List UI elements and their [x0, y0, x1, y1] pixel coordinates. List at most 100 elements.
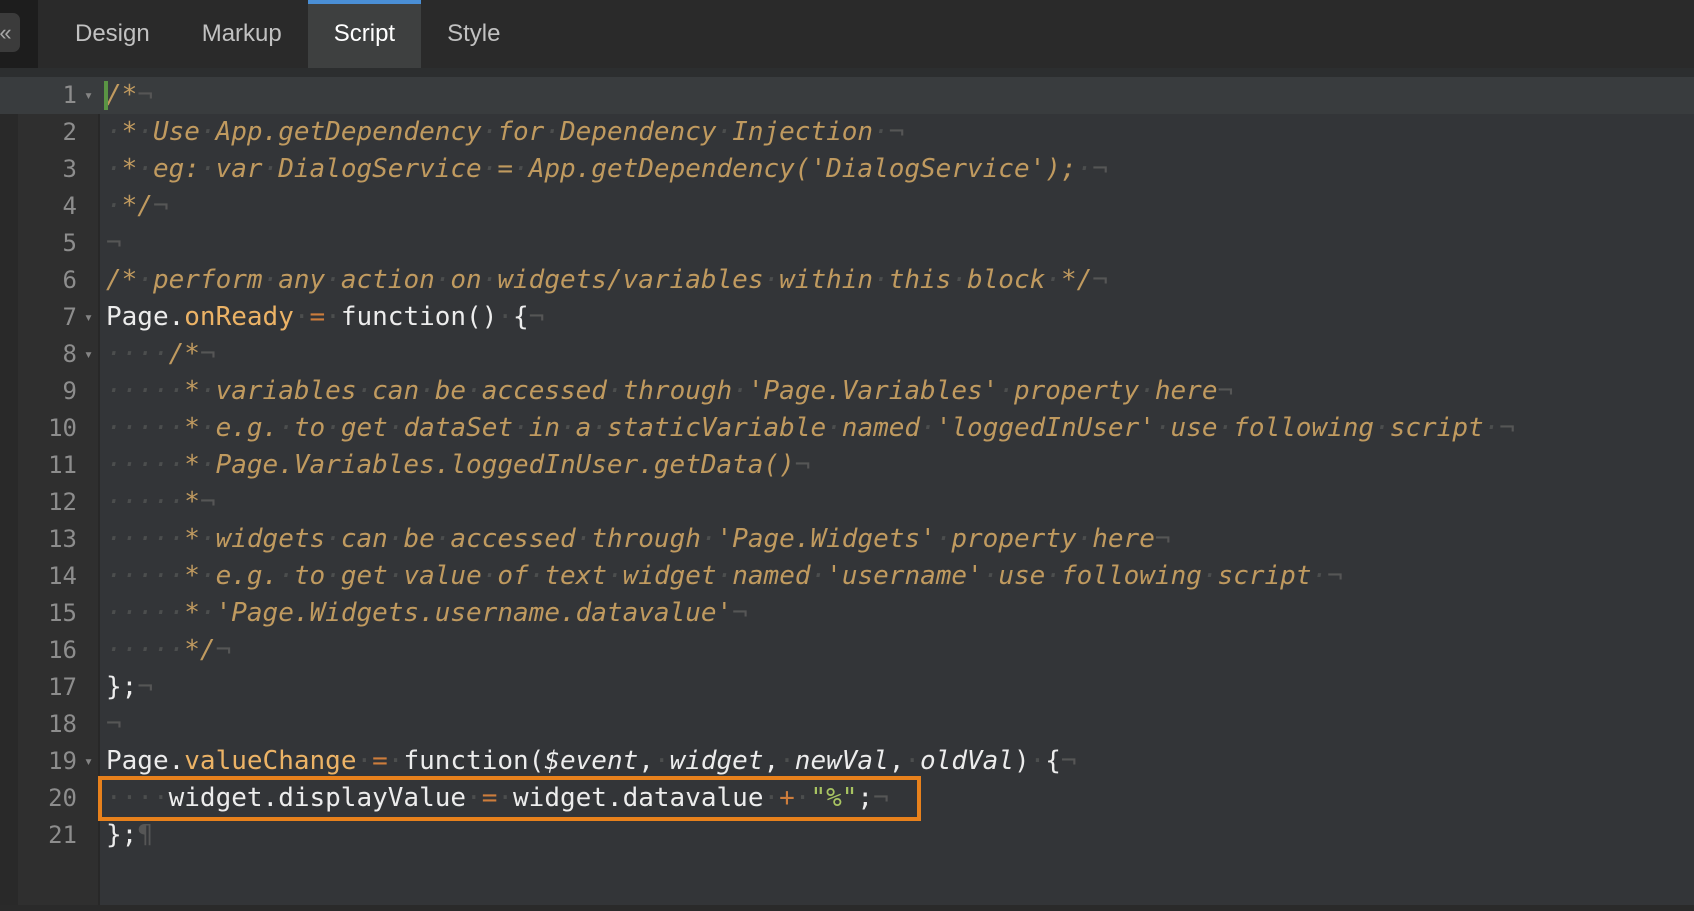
whitespace-dot: · — [106, 339, 122, 369]
code-line[interactable]: 20····widget.displayValue·=·widget.datav… — [0, 780, 1694, 817]
tab-markup[interactable]: Markup — [176, 0, 308, 68]
token-param: newVal — [795, 746, 889, 776]
whitespace-dot: · — [388, 746, 404, 776]
code-line[interactable]: 4·*/¬ — [0, 188, 1694, 225]
whitespace-dot: · — [278, 561, 294, 591]
fold-arrow-icon[interactable]: ▾ — [77, 299, 100, 336]
whitespace-dot: · — [356, 746, 372, 776]
whitespace-dot: · — [106, 450, 122, 480]
fold-gutter — [77, 114, 100, 151]
code-line-text: /*¬ — [100, 77, 1694, 114]
whitespace-dot: · — [137, 376, 153, 406]
fold-gutter — [77, 558, 100, 595]
whitespace-dot: · — [325, 524, 341, 554]
whitespace-dot: · — [200, 376, 216, 406]
code-line-text: ·*/¬ — [100, 188, 1694, 225]
fold-arrow-icon[interactable]: ▾ — [77, 743, 100, 780]
whitespace-dot: · — [325, 561, 341, 591]
whitespace-dot: · — [482, 117, 498, 147]
line-number: 15 — [0, 595, 77, 632]
code-line[interactable]: 18¬ — [0, 706, 1694, 743]
whitespace-dot: · — [137, 783, 153, 813]
whitespace-dot: · — [153, 635, 169, 665]
token-pln: · — [356, 746, 372, 776]
whitespace-dot: · — [482, 154, 498, 184]
code-line[interactable]: 2 ·*·Use·App.getDependency·for·Dependency… — [0, 114, 1694, 151]
whitespace-dot: · — [106, 598, 122, 628]
whitespace-dot: · — [544, 117, 560, 147]
whitespace-dot: · — [106, 783, 122, 813]
code-line[interactable]: 16·····*/¬ — [0, 632, 1694, 669]
whitespace-dot: · — [826, 413, 842, 443]
code-line-text: ·····*·'Page.Widgets.username.datavalue'… — [100, 595, 1694, 632]
line-number: 2 — [0, 114, 77, 151]
collapse-panel-button[interactable]: « — [0, 13, 20, 52]
code-line[interactable]: 11·····*·Page.Variables.loggedInUser.get… — [0, 447, 1694, 484]
whitespace-dot: · — [169, 413, 185, 443]
token-op: = — [482, 783, 498, 813]
code-line[interactable]: 1▾/*¬ — [0, 77, 1694, 114]
code-line[interactable]: 14·····*·e.g.·to·get·value·of·text·widge… — [0, 558, 1694, 595]
token-pln: }; — [106, 672, 137, 702]
whitespace-dot: · — [122, 524, 138, 554]
whitespace-dot: · — [169, 561, 185, 591]
fold-gutter — [77, 151, 100, 188]
code-line[interactable]: 12·····*¬ — [0, 484, 1694, 521]
code-line[interactable]: 13·····*·widgets·can·be·accessed·through… — [0, 521, 1694, 558]
token-inv: ¬ — [200, 339, 216, 369]
code-editor[interactable]: 1▾/*¬2 ·*·Use·App.getDependency·for·Depen… — [0, 77, 1694, 911]
code-line-text: ·····*·widgets·can·be·accessed·through·'… — [100, 521, 1694, 558]
token-param: oldVal — [920, 746, 1014, 776]
whitespace-dot: · — [278, 413, 294, 443]
code-line[interactable]: 6/*·perform·any·action·on·widgets/variab… — [0, 262, 1694, 299]
code-line[interactable]: 8▾····/*¬ — [0, 336, 1694, 373]
fold-arrow-icon[interactable]: ▾ — [77, 77, 100, 114]
token-inv: ¬ — [1499, 413, 1515, 443]
tab-script[interactable]: Script — [308, 0, 421, 68]
whitespace-dot: · — [106, 413, 122, 443]
whitespace-dot: · — [951, 265, 967, 295]
code-line[interactable]: 17};¬ — [0, 669, 1694, 706]
token-pln: }; — [106, 820, 137, 850]
tab-style[interactable]: Style — [421, 0, 526, 68]
code-line[interactable]: 9·····*·variables·can·be·accessed·throug… — [0, 373, 1694, 410]
line-number: 7 — [0, 299, 77, 336]
fold-gutter — [77, 484, 100, 521]
whitespace-dot: · — [325, 265, 341, 295]
whitespace-dot: · — [106, 561, 122, 591]
whitespace-dot: · — [654, 746, 670, 776]
horizontal-scrollbar-track[interactable] — [0, 905, 1694, 911]
whitespace-dot: · — [153, 598, 169, 628]
token-inv: ¬ — [1092, 154, 1108, 184]
code-line-text: };¶ — [100, 817, 1694, 854]
code-line[interactable]: 10·····*·e.g.·to·get·dataSet·in·a·static… — [0, 410, 1694, 447]
tab-design[interactable]: Design — [49, 0, 176, 68]
code-line[interactable]: 5¬ — [0, 225, 1694, 262]
token-inv: ¬ — [1217, 376, 1233, 406]
whitespace-dot: · — [137, 450, 153, 480]
code-line[interactable]: 15·····*·'Page.Widgets.username.datavalu… — [0, 595, 1694, 632]
whitespace-dot: · — [388, 413, 404, 443]
whitespace-dot: · — [1218, 413, 1234, 443]
code-line-text: Page.onReady·=·function()·{¬ — [100, 299, 1694, 336]
whitespace-dot: · — [137, 524, 153, 554]
code-line[interactable]: 19▾Page.valueChange·=·function($event,·w… — [0, 743, 1694, 780]
token-inv: ¬ — [1155, 524, 1171, 554]
whitespace-dot: · — [811, 561, 827, 591]
fold-arrow-icon[interactable]: ▾ — [77, 336, 100, 373]
code-line-text: ·····*·variables·can·be·accessed·through… — [100, 373, 1694, 410]
code-line[interactable]: 21};¶ — [0, 817, 1694, 854]
whitespace-dot: · — [169, 635, 185, 665]
code-line[interactable]: 7▾Page.onReady·=·function()·{¬ — [0, 299, 1694, 336]
code-line[interactable]: 3·*·eg:·var·DialogService·=·App.getDepen… — [0, 151, 1694, 188]
whitespace-dot: · — [388, 524, 404, 554]
whitespace-dot: · — [325, 413, 341, 443]
code-line-text: ·*·eg:·var·DialogService·=·App.getDepend… — [100, 151, 1694, 188]
whitespace-dot: · — [482, 561, 498, 591]
whitespace-dot: · — [560, 413, 576, 443]
whitespace-dot: · — [497, 783, 513, 813]
token-pln: ,· — [763, 746, 794, 776]
token-com: /*·perform·any·action·on·widgets/variabl… — [106, 265, 1092, 295]
line-number: 8 — [0, 336, 77, 373]
token-com: ·*·Use·App.getDependency·for·Dependency·… — [106, 117, 889, 147]
